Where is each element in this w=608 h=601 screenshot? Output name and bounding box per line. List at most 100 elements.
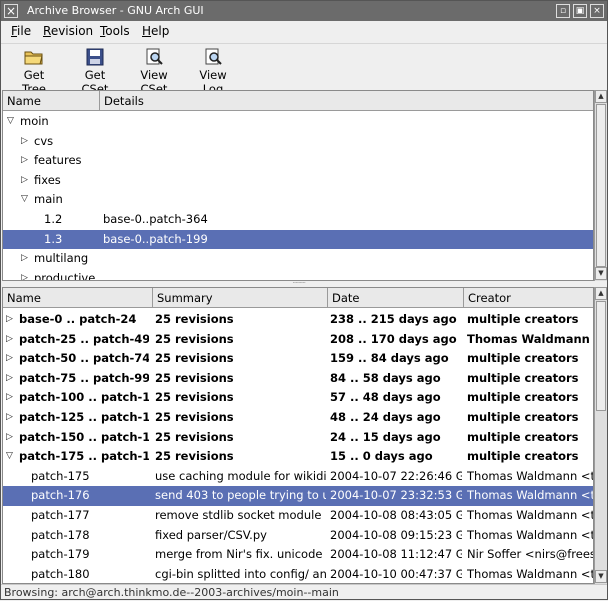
collapsed-triangle-icon[interactable]: ▷ xyxy=(6,388,13,408)
collapsed-triangle-icon[interactable]: ▷ xyxy=(6,369,13,389)
window-menu-close-icon[interactable]: × xyxy=(4,4,18,18)
minimize-button[interactable]: ▫ xyxy=(556,4,570,18)
revisions-scroll-thumb[interactable] xyxy=(596,301,606,411)
tree-row-name: 1.2 xyxy=(44,212,63,226)
revision-row[interactable]: ▽ patch-175 .. patch-199 25 revisions 15 ..… xyxy=(3,447,593,467)
tree-row[interactable]: ▽ main xyxy=(3,190,593,210)
collapsed-triangle-icon[interactable]: ▷ xyxy=(6,330,13,350)
menu-tools[interactable]: Tools xyxy=(100,24,130,38)
view-cset-button[interactable]: View CSet xyxy=(127,48,181,96)
folder-open-icon xyxy=(24,51,43,65)
revision-row[interactable]: ▷ patch-50 .. patch-74 25 revisions 159 .. … xyxy=(3,349,593,369)
revision-creator: Thomas Waldmann xyxy=(467,331,590,346)
tree-row[interactable]: ▷ multilang xyxy=(3,249,593,269)
collapsed-triangle-icon[interactable]: ▷ xyxy=(21,151,28,171)
menu-file[interactable]: File xyxy=(11,24,31,38)
scroll-down-icon[interactable]: ▼ xyxy=(595,267,607,280)
rev-header-creator[interactable]: Creator xyxy=(464,288,593,308)
revision-summary: cgi-bin splitted into config/ and serv xyxy=(155,566,326,581)
revision-row[interactable]: ▷ patch-125 .. patch-149 25 revisions 48 ..… xyxy=(3,408,593,428)
revision-row[interactable]: ▷ patch-25 .. patch-49 25 revisions 208 .. … xyxy=(3,330,593,350)
expanded-triangle-icon[interactable]: ▽ xyxy=(7,112,14,132)
collapsed-triangle-icon[interactable]: ▷ xyxy=(21,269,28,280)
tree-row-name: main xyxy=(34,192,63,207)
revision-row[interactable]: patch-176 send 403 to people trying to us… xyxy=(3,486,593,506)
menu-help[interactable]: Help xyxy=(142,24,169,38)
tree-row-name: productive xyxy=(34,270,96,281)
menu-revision[interactable]: Revision xyxy=(43,24,93,38)
menu-revision-label: evision xyxy=(50,24,94,38)
revision-creator: Nir Soffer <nirs@freeshel xyxy=(467,547,593,562)
collapsed-triangle-icon[interactable]: ▷ xyxy=(21,132,28,152)
magnifier-log-icon xyxy=(205,48,222,65)
scroll-up-icon[interactable]: ▲ xyxy=(595,90,607,103)
close-button[interactable]: × xyxy=(590,4,604,18)
collapsed-triangle-icon[interactable]: ▷ xyxy=(6,349,13,369)
revision-name: patch-176 xyxy=(31,488,90,503)
tree-header-name[interactable]: Name xyxy=(3,91,100,111)
menu-help-label: elp xyxy=(151,24,170,38)
menu-help-mnemonic: H xyxy=(142,24,152,38)
title-bar[interactable]: × Archive Browser - GNU Arch GUI ▫ ▣ × xyxy=(1,1,607,21)
rev-header-date[interactable]: Date xyxy=(328,288,464,308)
tree-row-name: features xyxy=(34,153,82,168)
revision-date: 159 .. 84 days ago xyxy=(330,351,449,366)
revision-name: patch-175 xyxy=(31,468,90,483)
revision-row[interactable]: ▷ patch-150 .. patch-174 25 revisions 24 ..… xyxy=(3,428,593,448)
collapsed-triangle-icon[interactable]: ▷ xyxy=(6,310,13,330)
revision-creator: Thomas Waldmann <tw@ xyxy=(467,508,594,522)
revision-name: patch-50 .. patch-74 xyxy=(19,351,149,366)
view-log-button[interactable]: View Log xyxy=(189,48,237,96)
get-tree-button[interactable]: Get Tree xyxy=(10,48,58,96)
expanded-triangle-icon[interactable]: ▽ xyxy=(6,447,13,467)
collapsed-triangle-icon[interactable]: ▷ xyxy=(6,408,13,428)
revision-name: patch-75 .. patch-99 xyxy=(19,370,149,385)
collapsed-triangle-icon[interactable]: ▷ xyxy=(6,428,13,448)
revision-name: patch-100 .. patch-124 xyxy=(19,390,149,405)
revision-name: patch-125 .. patch-149 xyxy=(19,410,149,424)
tree-scroll-thumb[interactable] xyxy=(596,104,606,267)
pane-splitter-grip[interactable]: ┄┄┄ xyxy=(293,280,317,287)
expanded-triangle-icon[interactable]: ▽ xyxy=(21,190,28,210)
tree-row-name: moin xyxy=(20,114,49,128)
revision-date: 57 .. 48 days ago xyxy=(330,390,441,405)
revision-row[interactable]: patch-178 fixed parser/CSV.py 2004-10-08 0… xyxy=(3,526,593,546)
revisions-scrollbar[interactable]: ▲ ▼ xyxy=(594,287,607,584)
revision-row[interactable]: patch-177 remove stdlib socket module usa… xyxy=(3,506,593,526)
revision-summary: merge from Nir's fix. unicode calls n xyxy=(155,547,326,562)
app-window: × Archive Browser - GNU Arch GUI ▫ ▣ × F… xyxy=(0,0,608,600)
rev-header-summary[interactable]: Summary xyxy=(153,288,328,308)
revision-date: 238 .. 215 days ago xyxy=(330,312,457,326)
collapsed-triangle-icon[interactable]: ▷ xyxy=(21,171,28,191)
revision-name: patch-175 .. patch-199 xyxy=(19,449,149,464)
tree-row[interactable]: ▷ cvs xyxy=(3,132,593,152)
tree-row[interactable]: 1.2 base-0..patch-364 xyxy=(3,210,593,230)
tree-row-name: cvs xyxy=(34,133,54,148)
tree-row[interactable]: ▷ fixes xyxy=(3,171,593,191)
revision-summary: 25 revisions xyxy=(155,351,234,366)
archive-tree-pane[interactable]: Name Details ▽ moin ▷ cvs ▷ features ▷ fixes ▽ ma… xyxy=(2,90,594,281)
revisions-pane[interactable]: Name Summary Date Creator ▷ base-0 .. pat… xyxy=(2,287,594,584)
rev-header-name[interactable]: Name xyxy=(3,288,153,308)
tree-scrollbar[interactable]: ▲ ▼ xyxy=(594,90,607,281)
tree-row[interactable]: ▷ features xyxy=(3,151,593,171)
revision-row[interactable]: ▷ patch-100 .. patch-124 25 revisions 57 ..… xyxy=(3,388,593,408)
floppy-save-icon xyxy=(86,48,104,66)
scroll-down-icon[interactable]: ▼ xyxy=(595,570,607,583)
revision-row[interactable]: patch-180 cgi-bin splitted into config/ a… xyxy=(3,565,594,583)
revision-creator: Thomas Waldmann <tw@ xyxy=(467,566,594,581)
tree-row[interactable]: 1.3 base-0..patch-199 xyxy=(3,229,593,250)
revision-row[interactable]: patch-175 use caching module for wikidict… xyxy=(3,467,593,487)
revision-row[interactable]: patch-179 merge from Nir's fix. unicode c… xyxy=(3,545,593,565)
get-cset-button[interactable]: Get CSet xyxy=(70,48,120,96)
tree-row[interactable]: ▽ moin xyxy=(3,112,593,132)
revision-row[interactable]: ▷ base-0 .. patch-24 25 revisions 238 .. 21… xyxy=(3,310,593,330)
revision-row[interactable]: ▷ patch-75 .. patch-99 25 revisions 84 .. 5… xyxy=(3,369,593,389)
maximize-button[interactable]: ▣ xyxy=(573,4,587,18)
tree-header-details[interactable]: Details xyxy=(100,91,593,111)
revision-summary: use caching module for wikidicts pi xyxy=(155,468,326,483)
collapsed-triangle-icon[interactable]: ▷ xyxy=(21,249,28,269)
revision-summary: 25 revisions xyxy=(155,370,234,385)
scroll-up-icon[interactable]: ▲ xyxy=(595,287,607,300)
menu-bar: File Revision Tools Help xyxy=(1,21,607,43)
